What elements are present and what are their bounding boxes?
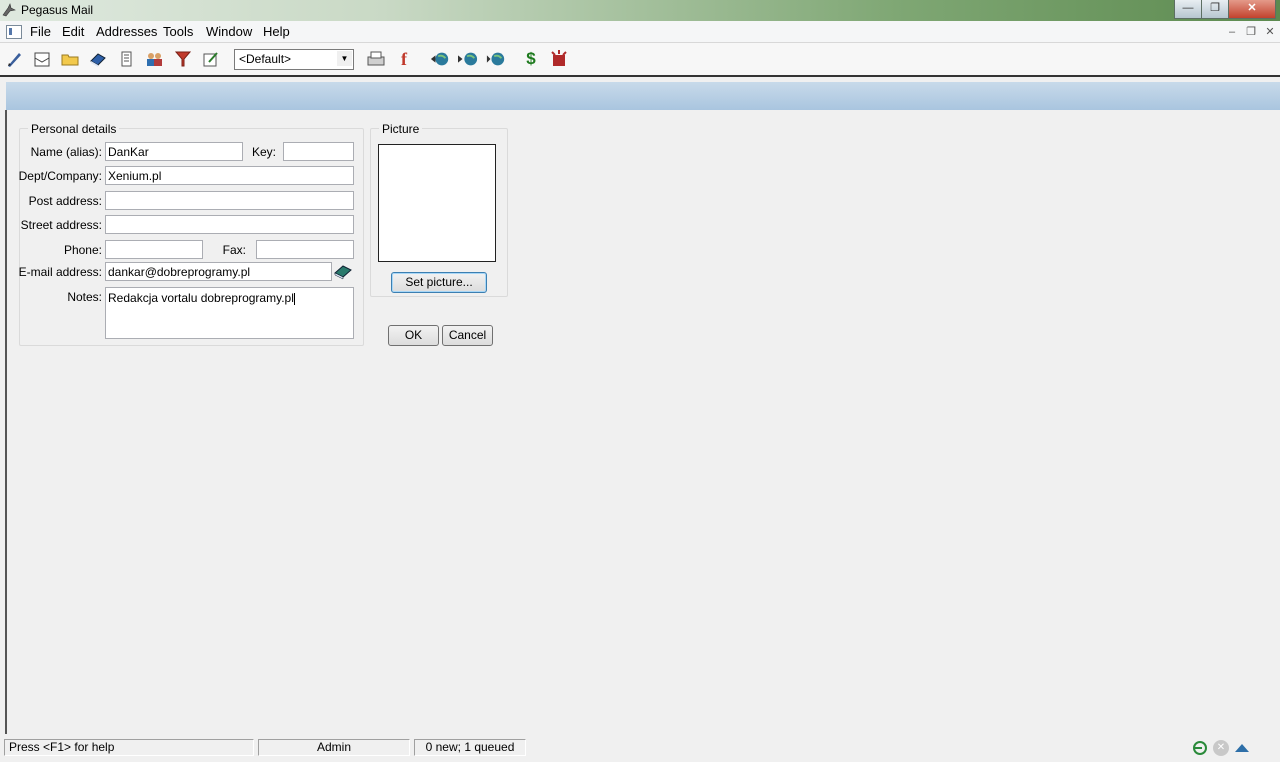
street-address-label: Street address: xyxy=(20,218,102,232)
menu-help[interactable]: Help xyxy=(263,24,290,39)
post-address-field[interactable] xyxy=(105,191,354,210)
name-label: Name (alias): xyxy=(30,145,102,159)
mdi-frame-border xyxy=(5,110,7,734)
name-field[interactable]: DanKar xyxy=(105,142,243,161)
new-message-icon[interactable] xyxy=(5,49,25,69)
post-address-label: Post address: xyxy=(28,194,102,208)
f-icon[interactable]: f xyxy=(394,49,414,69)
menu-addresses[interactable]: Addresses xyxy=(96,24,157,39)
minimize-button[interactable]: — xyxy=(1174,0,1202,19)
key-label: Key: xyxy=(251,145,276,159)
mdi-restore-icon[interactable]: ❐ xyxy=(1244,26,1258,38)
phone-field[interactable] xyxy=(105,240,203,259)
window-header-banner xyxy=(6,82,1280,110)
fax-label: Fax: xyxy=(222,243,246,257)
menu-window[interactable]: Window xyxy=(206,24,252,39)
menu-file[interactable]: File xyxy=(30,24,51,39)
folder-icon[interactable] xyxy=(60,49,80,69)
minimize-icon: — xyxy=(1182,2,1194,14)
users-icon[interactable] xyxy=(144,49,164,69)
network-icon[interactable] xyxy=(1192,740,1208,756)
read-mail-icon[interactable] xyxy=(32,49,52,69)
alarm-icon[interactable] xyxy=(549,49,569,69)
edit-note-icon[interactable] xyxy=(201,49,221,69)
check-send-icon[interactable] xyxy=(486,49,506,69)
window-title: Pegasus Mail xyxy=(21,3,94,17)
profile-selected-value: <Default> xyxy=(239,52,292,66)
restore-icon: ❐ xyxy=(1210,2,1220,14)
email-field[interactable]: dankar@dobreprogramy.pl xyxy=(105,262,332,281)
profile-dropdown[interactable]: <Default> ▼ xyxy=(234,49,354,70)
street-address-field[interactable] xyxy=(105,215,354,234)
send-mail-icon[interactable] xyxy=(458,49,478,69)
document-menu-icon[interactable] xyxy=(6,25,22,39)
phone-label: Phone: xyxy=(63,243,102,257)
dept-company-field[interactable]: Xenium.pl xyxy=(105,166,354,185)
title-bar: Pegasus Mail — ❐ ✕ xyxy=(0,0,1280,21)
key-field[interactable] xyxy=(283,142,354,161)
dept-label: Dept/Company: xyxy=(18,169,102,183)
close-button[interactable]: ✕ xyxy=(1228,0,1276,19)
ok-button[interactable]: OK xyxy=(388,325,439,346)
addressbook-icon[interactable] xyxy=(88,49,108,69)
expand-up-icon[interactable] xyxy=(1234,740,1250,756)
addressbook-lookup-icon[interactable] xyxy=(334,263,352,281)
notes-text: Redakcja vortalu dobreprogramy.pl xyxy=(108,291,294,305)
mdi-close-icon[interactable]: ✕ xyxy=(1263,26,1277,38)
chevron-down-icon: ▼ xyxy=(337,51,352,66)
status-bar: Press <F1> for help Admin 0 new; 1 queue… xyxy=(0,736,1280,760)
filter-icon[interactable] xyxy=(173,49,193,69)
offline-icon[interactable]: ✕ xyxy=(1213,740,1229,756)
picture-frame xyxy=(378,144,496,262)
set-picture-button[interactable]: Set picture... xyxy=(391,272,487,293)
dollar-icon[interactable]: $ xyxy=(521,49,541,69)
print-icon[interactable] xyxy=(366,49,386,69)
notes-label: Notes: xyxy=(67,290,102,304)
personal-details-legend: Personal details xyxy=(28,122,120,136)
mdi-minimize-icon[interactable]: – xyxy=(1225,26,1239,38)
maximize-button[interactable]: ❐ xyxy=(1201,0,1229,19)
check-mail-icon[interactable] xyxy=(430,49,450,69)
menu-bar: File Edit Addresses Tools Window Help – … xyxy=(0,21,1280,43)
menu-tools[interactable]: Tools xyxy=(163,24,193,39)
toolbar: <Default> ▼ f $ xyxy=(0,43,1280,77)
fax-field[interactable] xyxy=(256,240,354,259)
text-caret xyxy=(293,292,295,305)
status-help-text: Press <F1> for help xyxy=(4,739,254,756)
menu-edit[interactable]: Edit xyxy=(62,24,84,39)
status-queue: 0 new; 1 queued xyxy=(414,739,526,756)
status-user: Admin xyxy=(258,739,410,756)
email-label: E-mail address: xyxy=(18,265,102,279)
cancel-button[interactable]: Cancel xyxy=(442,325,493,346)
close-icon: ✕ xyxy=(1247,2,1257,14)
notes-field[interactable]: Redakcja vortalu dobreprogramy.pl xyxy=(105,287,354,339)
notepad-icon[interactable] xyxy=(116,49,136,69)
picture-legend: Picture xyxy=(379,122,423,136)
pegasus-app-icon[interactable] xyxy=(2,3,16,17)
